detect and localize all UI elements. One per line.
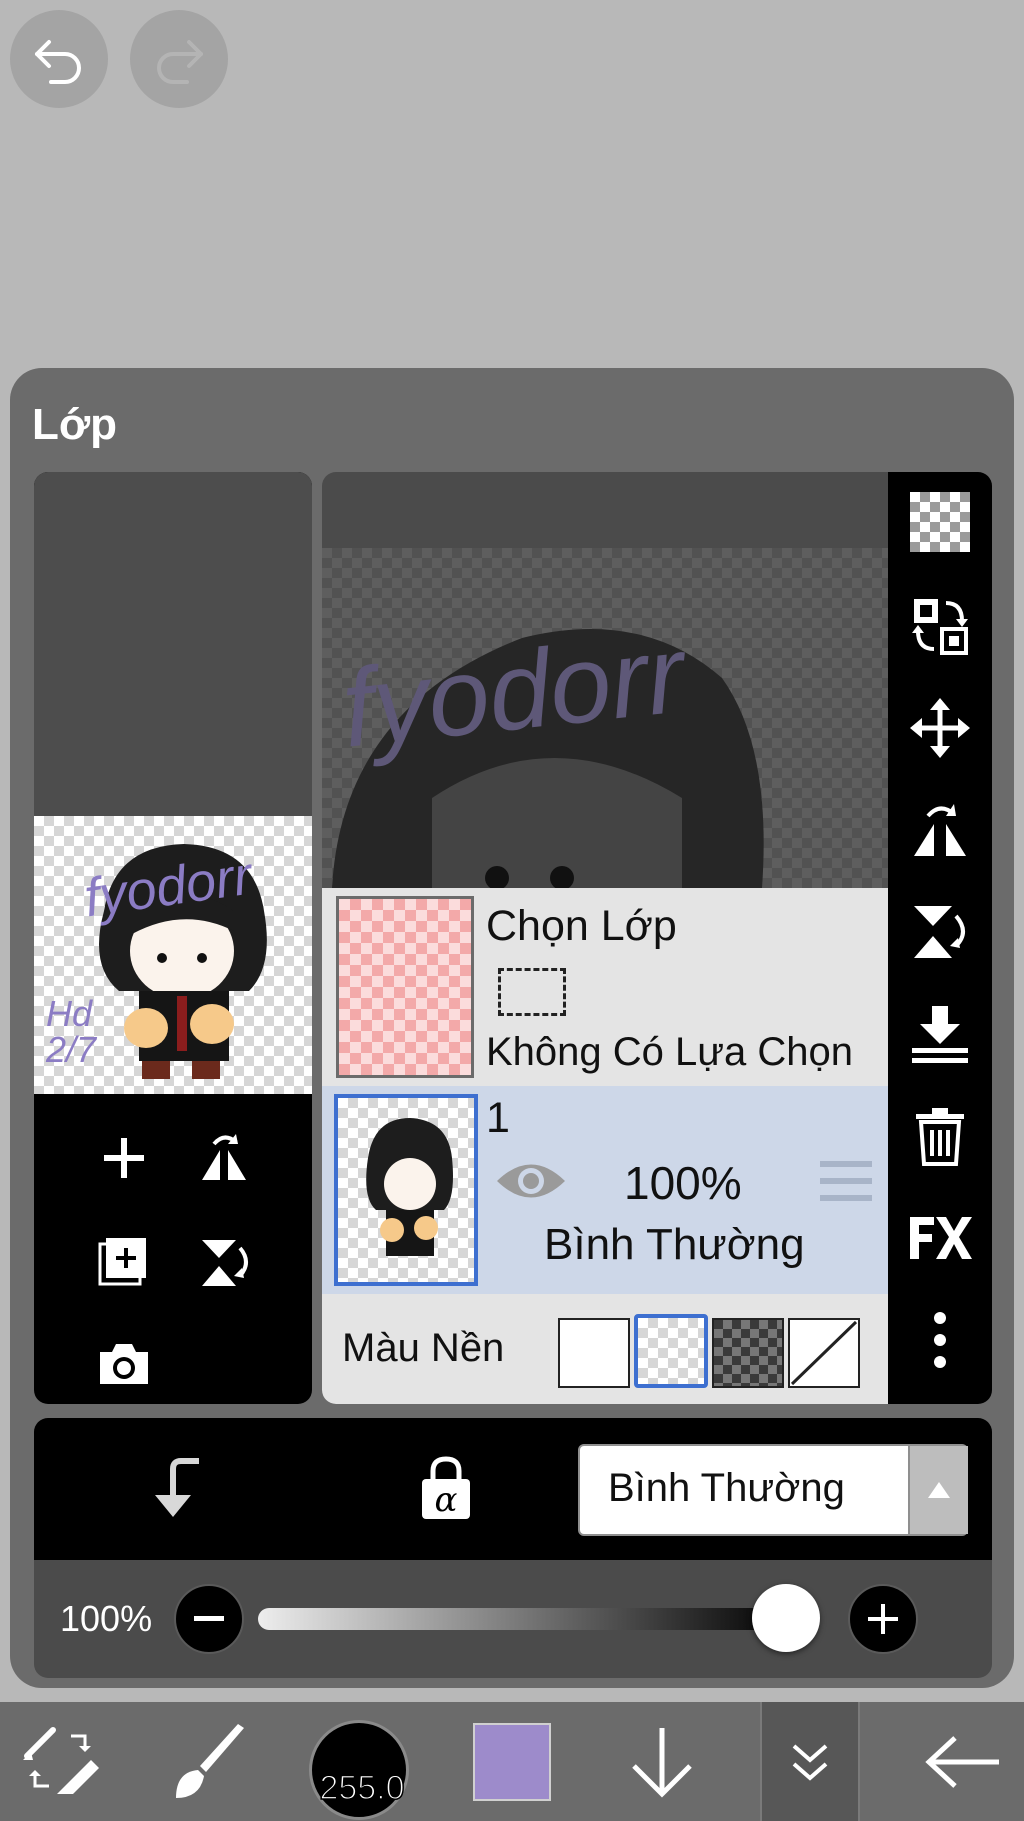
tool-switch-button[interactable] [6, 1702, 116, 1821]
canvas-thumbnail[interactable]: fyodorr Hd 2/7 [34, 816, 312, 1094]
redo-icon [157, 40, 203, 84]
layer-1-opacity: 100% [624, 1157, 742, 1209]
alpha-lock-icon: α [422, 1456, 470, 1520]
opacity-decrease-button[interactable] [174, 1584, 244, 1654]
drag-handle-icon [820, 1161, 872, 1201]
arrow-left-icon [925, 1735, 999, 1788]
move-icon [910, 698, 970, 758]
redo-button[interactable] [130, 10, 228, 108]
layer-actions-column: fyodorr Hd 2/7 [34, 472, 312, 1404]
blend-mode-dropdown[interactable]: Bình Thường [578, 1444, 968, 1536]
flip-horizontal-button[interactable] [190, 1124, 258, 1192]
layer-effects-button[interactable] [902, 1204, 978, 1272]
no-background-icon [790, 1320, 858, 1386]
layer-panel: Lớp fyodorr Hd 2/7 fyodorr Chọn Lớp Khôn… [10, 368, 1014, 1688]
flip-vertical-icon [202, 1240, 248, 1286]
layer-row-1[interactable]: 1 100% Bình Thường [322, 1086, 888, 1294]
camera-button[interactable] [90, 1330, 158, 1398]
undo-icon [35, 40, 81, 84]
layer-list-area: fyodorr Chọn Lớp Không Có Lựa Chọn 1 100… [322, 472, 900, 1404]
selection-layer-thumbnail [336, 896, 474, 1078]
background-dark-option[interactable] [712, 1318, 784, 1388]
background-label: Màu Nền [342, 1326, 505, 1370]
layer-1-name: 1 [486, 1094, 510, 1142]
current-color-swatch [473, 1722, 551, 1801]
blend-mode-toggle[interactable] [908, 1446, 968, 1534]
color-button[interactable] [464, 1702, 560, 1821]
layer-1-thumbnail [334, 1094, 478, 1286]
delete-layer-button[interactable] [906, 1102, 974, 1170]
layer-down-button[interactable] [614, 1702, 710, 1821]
merge-down-icon [912, 1006, 968, 1063]
move-layer-button[interactable] [906, 694, 974, 762]
flip-horizontal-icon [914, 804, 966, 856]
back-button[interactable] [910, 1702, 1016, 1821]
panel-title: Lớp [32, 400, 118, 449]
brush-size-button[interactable]: 255.0 [306, 1702, 412, 1821]
camera-icon [100, 1344, 148, 1384]
opacity-value: 100% [60, 1598, 153, 1639]
brush-size-value: 255.0 [319, 1768, 406, 1808]
flip-layer-vertical-button[interactable] [906, 898, 974, 966]
collapse-panel-button[interactable] [760, 1702, 860, 1821]
brush-icon [176, 1723, 244, 1798]
layer-1-blend-mode: Bình Thường [544, 1220, 805, 1269]
selection-marquee-icon [498, 968, 566, 1016]
swap-layers-button[interactable] [906, 592, 974, 660]
layer-mode-bar: α Bình Thường [34, 1418, 992, 1560]
opacity-row: 100% [34, 1560, 992, 1678]
brush-eraser-switch-icon [23, 1726, 99, 1794]
selection-layer-title: Chọn Lớp [486, 902, 677, 950]
layer-tools-column [888, 472, 992, 1404]
swap-layers-icon [912, 599, 968, 655]
opacity-increase-button[interactable] [848, 1584, 918, 1654]
duplicate-layer-button[interactable] [90, 1228, 158, 1296]
opacity-slider-track[interactable] [258, 1608, 790, 1630]
signature-text: Hd 2/7 [46, 993, 97, 1070]
background-color-row: Màu Nền [322, 1294, 888, 1404]
bottom-toolbar: 255.0 [0, 1702, 1024, 1821]
minus-icon [194, 1616, 224, 1621]
background-none-option[interactable] [788, 1318, 860, 1388]
alpha-lock-button[interactable]: α [406, 1448, 486, 1528]
clipping-arrow-icon [155, 1458, 199, 1517]
flip-vertical-button[interactable] [190, 1228, 258, 1296]
layer-visibility-toggle[interactable] [494, 1156, 568, 1206]
trash-icon [916, 1108, 964, 1166]
triangle-up-icon [928, 1482, 950, 1498]
eye-icon [497, 1164, 565, 1198]
svg-text:α: α [435, 1480, 458, 1520]
plus-icon [104, 1138, 144, 1178]
flip-vertical-icon [914, 906, 965, 958]
clipping-button[interactable] [138, 1448, 218, 1528]
undo-button[interactable] [10, 10, 108, 108]
canvas-overview [34, 472, 312, 816]
transparency-button[interactable] [906, 488, 974, 556]
merge-down-button[interactable] [906, 1000, 974, 1068]
fx-icon [910, 1217, 972, 1259]
blend-mode-value: Bình Thường [608, 1466, 845, 1510]
flip-horizontal-icon [202, 1134, 246, 1180]
selection-layer-row[interactable]: Chọn Lớp Không Có Lựa Chọn [322, 888, 888, 1086]
add-layer-button[interactable] [90, 1124, 158, 1192]
duplicate-layer-icon [98, 1238, 146, 1286]
background-transparent-option[interactable] [634, 1314, 708, 1388]
more-vertical-icon [934, 1312, 946, 1368]
selection-status: Không Có Lựa Chọn [486, 1030, 854, 1074]
checkerboard-icon [910, 492, 970, 552]
opacity-slider-thumb[interactable] [752, 1584, 820, 1652]
flip-layer-horizontal-button[interactable] [906, 796, 974, 864]
arrow-down-icon [632, 1727, 692, 1798]
canvas-preview: fyodorr [322, 548, 888, 890]
double-chevron-down-icon [792, 1743, 828, 1781]
background-white-option[interactable] [558, 1318, 630, 1388]
more-options-button[interactable] [906, 1306, 974, 1374]
brush-tool-button[interactable] [160, 1702, 260, 1821]
plus-icon [868, 1604, 898, 1634]
layer-drag-handle[interactable] [818, 1158, 874, 1204]
